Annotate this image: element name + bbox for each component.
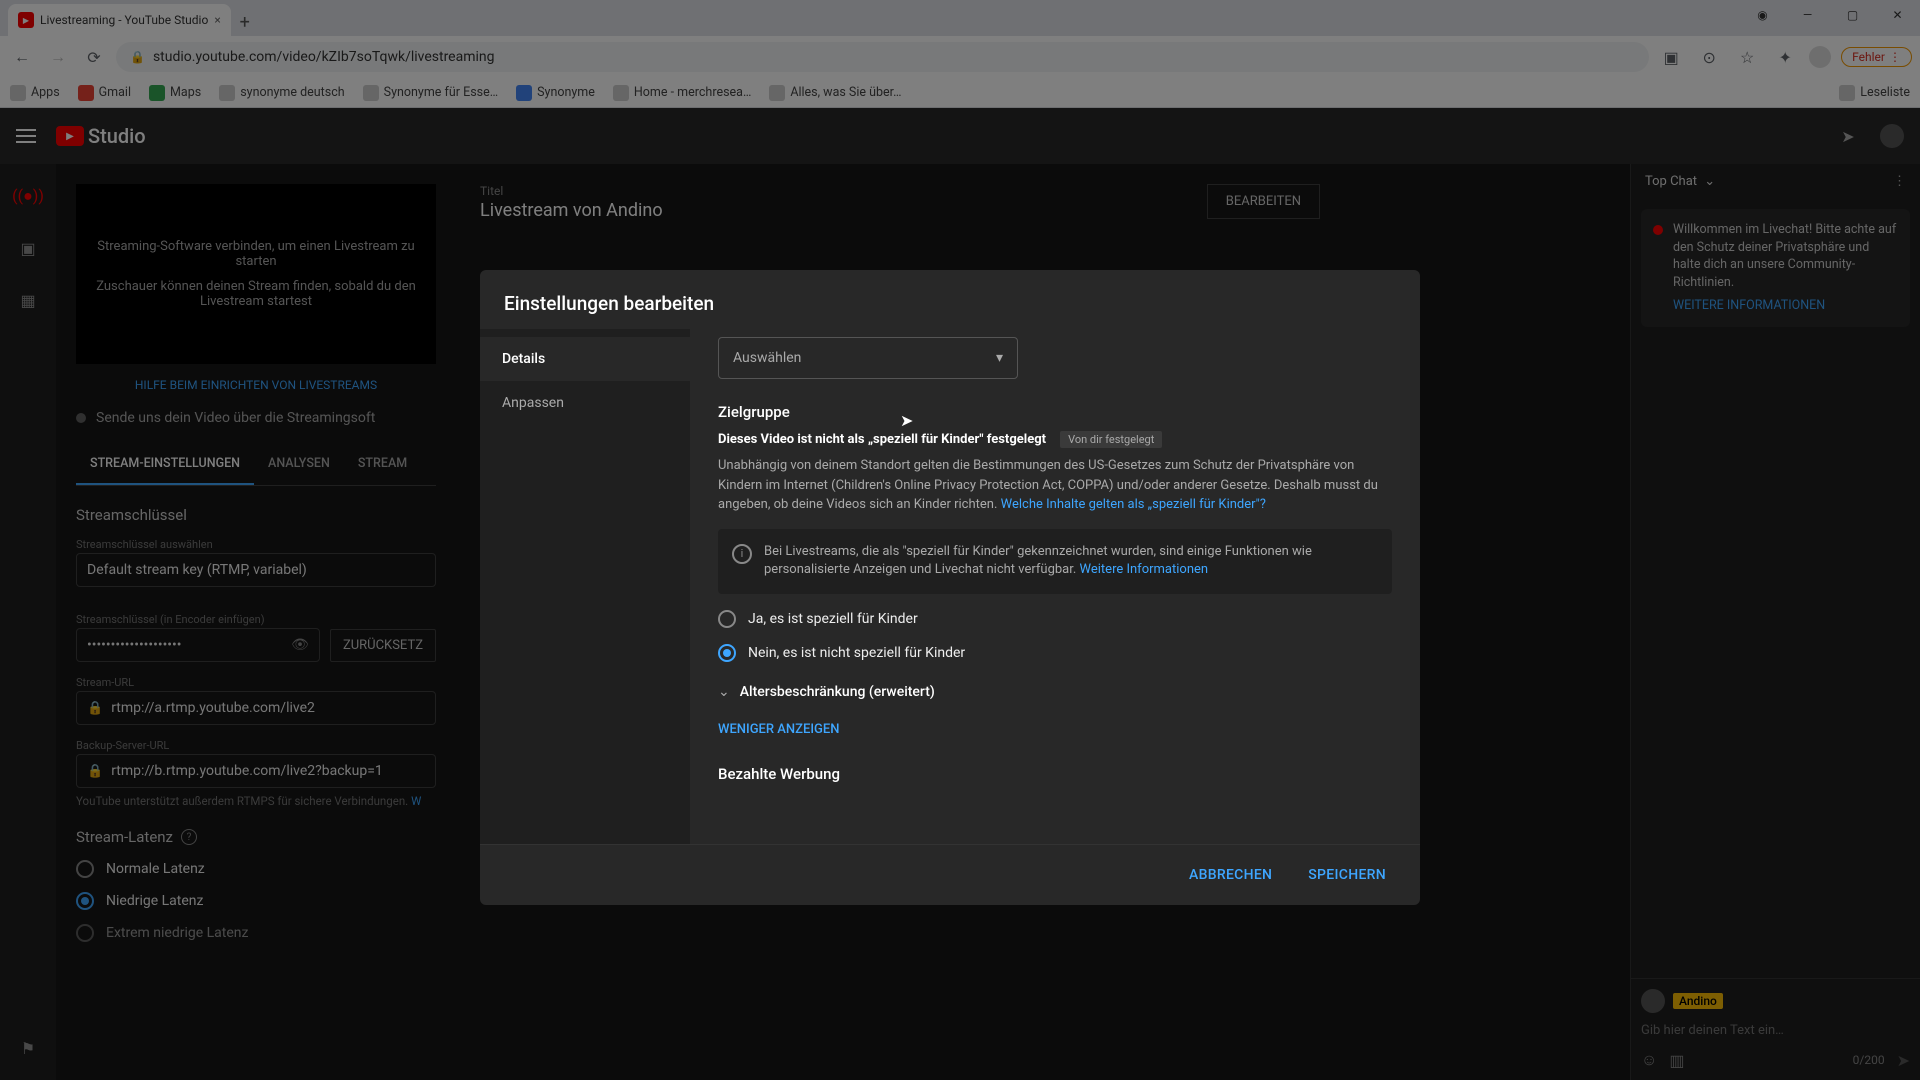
radio-made-for-kids-yes[interactable]: Ja, es ist speziell für Kinder bbox=[718, 610, 1392, 628]
chevron-down-icon: ⌄ bbox=[718, 684, 730, 700]
modal-tab-customize[interactable]: Anpassen bbox=[480, 381, 690, 425]
paid-promo-heading: Bezahlte Werbung bbox=[718, 765, 1392, 783]
coppa-info-link[interactable]: Welche Inhalte gelten als „speziell für … bbox=[1001, 497, 1266, 512]
set-by-you-badge: Von dir festgelegt bbox=[1060, 431, 1162, 448]
modal-title: Einstellungen bearbeiten bbox=[480, 270, 1420, 329]
dropdown-arrow-icon: ▾ bbox=[996, 350, 1003, 366]
audience-description: Unabhängig von deinem Standort gelten di… bbox=[718, 456, 1392, 515]
modal-tab-details[interactable]: Details bbox=[480, 337, 690, 381]
audience-heading: Zielgruppe bbox=[718, 403, 1392, 421]
age-restriction-toggle[interactable]: ⌄ Altersbeschränkung (erweitert) bbox=[718, 684, 1392, 700]
kids-info-notice: i Bei Livestreams, die als "speziell für… bbox=[718, 529, 1392, 595]
settings-modal: Einstellungen bearbeiten Details Anpasse… bbox=[480, 270, 1420, 905]
save-button[interactable]: SPEICHERN bbox=[1294, 859, 1400, 891]
cancel-button[interactable]: ABBRECHEN bbox=[1175, 859, 1286, 891]
show-less-link[interactable]: WENIGER ANZEIGEN bbox=[718, 722, 1392, 737]
audience-status: Dieses Video ist nicht als „speziell für… bbox=[718, 431, 1392, 448]
info-more-link[interactable]: Weitere Informationen bbox=[1080, 562, 1209, 577]
category-select[interactable]: Auswählen ▾ bbox=[718, 337, 1018, 379]
radio-made-for-kids-no[interactable]: Nein, es ist nicht speziell für Kinder bbox=[718, 644, 1392, 662]
info-icon: i bbox=[732, 544, 752, 564]
